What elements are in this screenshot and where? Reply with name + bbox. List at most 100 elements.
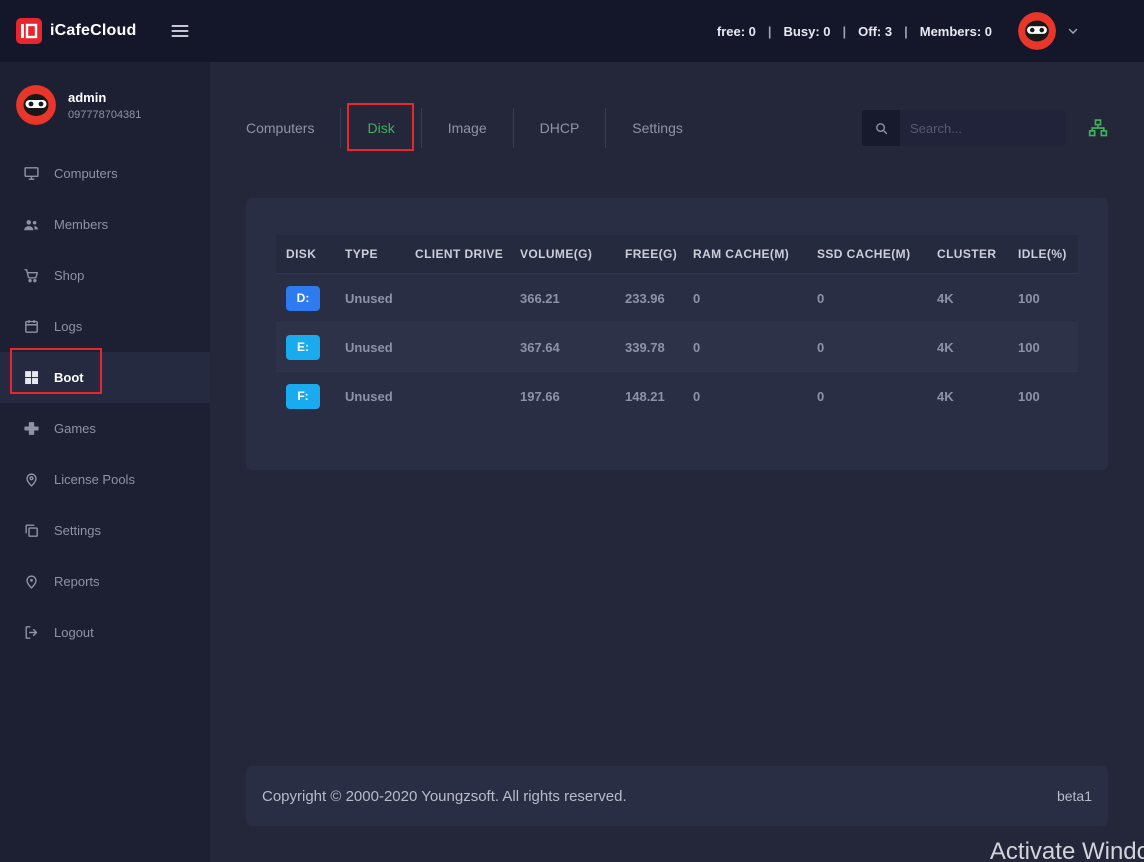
cell-idle: 100 [1008,372,1078,420]
table-row[interactable]: D:Unused366.21233.96004K100 [276,273,1078,322]
sidebar-item-logout[interactable]: Logout [0,607,210,658]
column-header-cluster: CLUSTER [927,235,1008,273]
tab-dhcp[interactable]: DHCP [514,108,607,148]
stat-members: Members: 0 [920,24,992,39]
tab-settings[interactable]: Settings [606,108,709,148]
cell-disk: E: [276,323,335,371]
hamburger-menu-icon[interactable] [170,21,190,41]
sidebar-item-logs[interactable]: Logs [0,301,210,352]
tab-bar: ComputersDiskImageDHCPSettings [246,108,709,148]
stat-off: Off: 3 [858,24,892,39]
table-row[interactable]: E:Unused367.64339.78004K100 [276,322,1078,371]
logout-icon [22,624,40,642]
cell-ssd_cache: 0 [807,372,927,420]
cell-type: Unused [335,323,405,371]
user-phone: 097778704381 [68,109,141,121]
sidebar-item-shop[interactable]: Shop [0,250,210,301]
sidebar-item-label: Logs [54,319,82,334]
sidebar-item-label: Games [54,421,96,436]
table-header-row: DISKTYPECLIENT DRIVEVOLUME(G)FREE(G)RAM … [276,235,1078,273]
logo-icon [16,18,42,44]
column-header-ssd-cache-m: SSD CACHE(M) [807,235,927,273]
cell-ram_cache: 0 [683,323,807,371]
table-row[interactable]: F:Unused197.66148.21004K100 [276,371,1078,420]
sidebar-item-label: Logout [54,625,94,640]
column-header-disk: DISK [276,235,335,273]
cell-volume: 197.66 [510,372,615,420]
cell-ram_cache: 0 [683,372,807,420]
column-header-ram-cache-m: RAM CACHE(M) [683,235,807,273]
sidebar-avatar [16,85,56,125]
tab-computers[interactable]: Computers [246,108,341,148]
sidebar-item-computers[interactable]: Computers [0,148,210,199]
cell-type: Unused [335,274,405,322]
column-header-type: TYPE [335,235,405,273]
sidebar-user-block: admin 097778704381 [0,62,210,148]
cell-free: 148.21 [615,372,683,420]
sidebar-item-label: Settings [54,523,101,538]
chevron-down-icon [1066,24,1080,38]
sidebar-item-settings[interactable]: Settings [0,505,210,556]
sidebar-item-label: License Pools [54,472,135,487]
calendar-icon [22,318,40,336]
cell-cluster: 4K [927,274,1008,322]
toolbar-right [862,110,1108,146]
sidebar-item-members[interactable]: Members [0,199,210,250]
topbar-stats: free: 0|Busy: 0|Off: 3|Members: 0 [717,24,992,39]
brand-area: iCafeCloud [0,0,210,62]
cell-client_drive [405,274,510,322]
main-content: ComputersDiskImageDHCPSettings DISKTYPEC… [210,62,1144,862]
search-icon[interactable] [862,110,900,146]
tab-image[interactable]: Image [422,108,514,148]
column-header-volume-g: VOLUME(G) [510,235,615,273]
search-input[interactable] [900,110,1066,146]
cell-client_drive [405,372,510,420]
cell-ssd_cache: 0 [807,274,927,322]
footer: Copyright © 2000-2020 Youngzsoft. All ri… [246,766,1108,826]
pin-icon [22,471,40,489]
user-avatar [1018,12,1056,50]
cell-idle: 100 [1008,274,1078,322]
user-menu[interactable] [1018,12,1080,50]
cell-client_drive [405,323,510,371]
sidebar-nav: Computers Members Shop Logs Boot Games License… [0,148,210,658]
cell-volume: 366.21 [510,274,615,322]
footer-version: beta1 [1057,788,1092,804]
toolbar: ComputersDiskImageDHCPSettings [246,106,1108,150]
cell-ram_cache: 0 [683,274,807,322]
topbar-right: free: 0|Busy: 0|Off: 3|Members: 0 [717,12,1144,50]
sidebar-item-boot[interactable]: Boot [0,352,210,403]
sidebar-item-license-pools[interactable]: License Pools [0,454,210,505]
sitemap-icon[interactable] [1088,118,1108,138]
stat-separator: | [904,24,908,39]
sidebar-item-label: Computers [54,166,118,181]
stat-separator: | [843,24,847,39]
table-body: D:Unused366.21233.96004K100E:Unused367.6… [276,273,1078,420]
tab-disk[interactable]: Disk [341,108,421,148]
app-logo[interactable]: iCafeCloud [16,18,136,44]
sidebar-user-info: admin 097778704381 [68,90,141,121]
brand-text: iCafeCloud [50,22,136,40]
stat-free: free: 0 [717,24,756,39]
sidebar-item-label: Boot [54,370,84,385]
sidebar-item-reports[interactable]: Reports [0,556,210,607]
cell-disk: F: [276,372,335,420]
sidebar-item-label: Shop [54,268,84,283]
sidebar-item-games[interactable]: Games [0,403,210,454]
monitor-icon [22,165,40,183]
cell-free: 233.96 [615,274,683,322]
cell-cluster: 4K [927,323,1008,371]
cell-disk: D: [276,274,335,322]
footer-copyright: Copyright © 2000-2020 Youngzsoft. All ri… [262,788,627,805]
sidebar-item-label: Members [54,217,108,232]
column-header-idle: IDLE(%) [1008,235,1078,273]
windows-icon [22,369,40,387]
column-header-client-drive: CLIENT DRIVE [405,235,510,273]
users-icon [22,216,40,234]
cart-icon [22,267,40,285]
cell-free: 339.78 [615,323,683,371]
stat-busy: Busy: 0 [784,24,831,39]
person-pin-icon [22,573,40,591]
cell-volume: 367.64 [510,323,615,371]
copy-icon [22,522,40,540]
